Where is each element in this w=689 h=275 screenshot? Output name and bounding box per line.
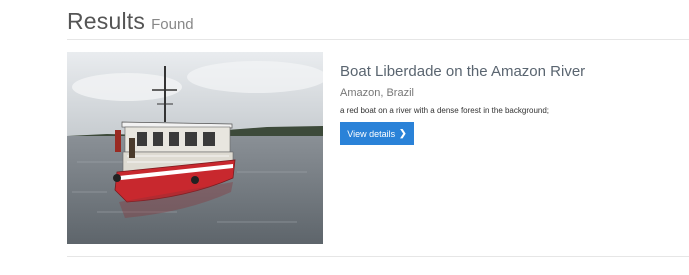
result-location: Amazon, Brazil	[340, 87, 414, 99]
header-divider	[67, 39, 689, 40]
view-details-button[interactable]: View details ❯	[340, 122, 414, 145]
results-header: Results Found	[67, 8, 194, 35]
chevron-right-icon: ❯	[399, 128, 407, 138]
result-title[interactable]: Boat Liberdade on the Amazon River	[340, 63, 680, 80]
result-info: Boat Liberdade on the Amazon River Amazo…	[340, 52, 680, 244]
result-card: Boat Liberdade on the Amazon River Amazo…	[67, 52, 680, 244]
result-image[interactable]	[67, 52, 323, 244]
result-description: a red boat on a river with a dense fores…	[340, 106, 550, 115]
page-subtitle: Found	[151, 16, 194, 33]
page-title: Results	[67, 8, 146, 34]
result-divider	[67, 256, 689, 257]
view-details-label: View details	[347, 128, 396, 139]
